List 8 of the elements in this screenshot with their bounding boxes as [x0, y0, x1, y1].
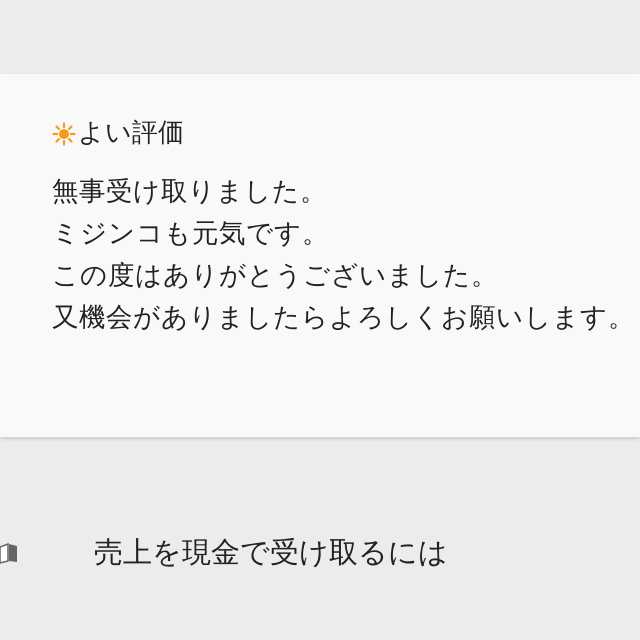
review-text-line: 無事受け取りました。 [52, 175, 328, 209]
menu-item[interactable]: 売上を現金で受け取るには [94, 531, 448, 575]
review-text-line: ミジンコも元気です。 [52, 217, 330, 251]
sun-icon [52, 122, 76, 146]
rating-label: よい評価 [78, 117, 184, 150]
review-text-line: 又機会がありましたらよろしくお願いします。 [52, 301, 636, 335]
book-icon [0, 542, 18, 564]
review-text-line: この度はありがとうございました。 [52, 259, 499, 293]
